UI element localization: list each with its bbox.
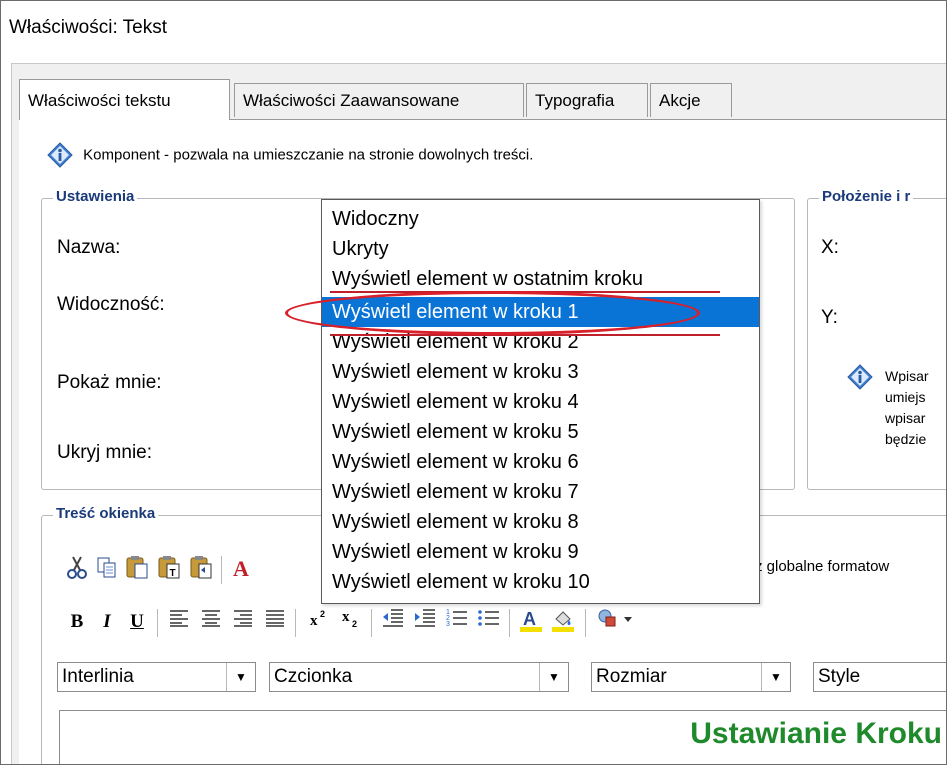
tab-text-properties[interactable]: Właściwości tekstu (19, 79, 230, 120)
dropdown-option[interactable]: Ukryty (322, 234, 759, 264)
paste-icon[interactable] (123, 554, 151, 584)
numbered-list-icon[interactable]: 123 (443, 607, 471, 637)
x-label: X: (821, 237, 839, 258)
global-format-text: z globalne formatow (755, 558, 890, 575)
dropdown-option[interactable]: Wyświetl element w ostatnim kroku (322, 264, 759, 294)
tab-label: Właściwości Zaawansowane (243, 91, 460, 110)
chevron-down-icon: ▼ (226, 663, 255, 691)
background-color-icon[interactable] (549, 607, 577, 637)
dropdown-option[interactable]: Wyświetl element w kroku 8 (322, 507, 759, 537)
window-title: Właściwości: Tekst (9, 17, 168, 38)
dropdown-option[interactable]: Wyświetl element w kroku 3 (322, 357, 759, 387)
dropdown-option[interactable]: Wyświetl element w kroku 5 (322, 417, 759, 447)
hint-line: wpisar (885, 410, 926, 426)
svg-text:x: x (310, 613, 318, 629)
toolbar-separator (585, 609, 586, 637)
select-value: Czcionka (274, 666, 353, 687)
show-me-label: Pokaż mnie: (57, 372, 162, 393)
dropdown-option[interactable]: Wyświetl element w kroku 10 (322, 567, 759, 597)
bold-button[interactable]: B (63, 607, 91, 637)
editor-headline: Ustawianie Kroku (690, 717, 942, 750)
tab-label: Akcje (659, 91, 701, 110)
toolbar-separator (509, 609, 510, 637)
style-select[interactable]: Style (813, 662, 946, 692)
name-label: Nazwa: (57, 237, 121, 258)
info-text: Komponent - pozwala na umieszczanie na s… (83, 146, 534, 164)
outdent-icon[interactable] (379, 607, 407, 637)
content-legend: Treść okienka (53, 505, 159, 522)
align-right-icon[interactable] (229, 607, 257, 637)
svg-text:2: 2 (352, 619, 357, 629)
align-center-icon[interactable] (197, 607, 225, 637)
cut-icon[interactable] (63, 554, 91, 584)
tab-advanced-properties[interactable]: Właściwości Zaawansowane (234, 83, 524, 117)
align-left-icon[interactable] (165, 607, 193, 637)
select-value: Interlinia (62, 666, 134, 687)
dropdown-option[interactable]: Wyświetl element w kroku 6 (322, 447, 759, 477)
toolbar-separator (221, 556, 222, 584)
settings-legend: Ustawienia (53, 188, 138, 205)
paste-word-icon[interactable] (187, 554, 215, 584)
bullet-list-icon[interactable] (475, 607, 503, 637)
visibility-label: Widoczność: (57, 294, 165, 315)
copy-icon[interactable] (93, 554, 121, 584)
hint-line: będzie (885, 431, 927, 447)
dropdown-option-selected[interactable]: Wyświetl element w kroku 1 (322, 297, 759, 327)
title-bar: Właściwości: Tekst (1, 1, 946, 63)
underline-button[interactable]: U (123, 607, 151, 637)
paste-text-icon[interactable]: T (155, 554, 183, 584)
hint-line: Wpisar (885, 368, 929, 384)
font-select[interactable]: Czcionka ▼ (269, 662, 569, 692)
tab-actions[interactable]: Akcje (650, 83, 732, 117)
hint-line: umiejs (885, 389, 926, 405)
indent-icon[interactable] (411, 607, 439, 637)
y-label: Y: (821, 307, 838, 328)
dropdown-option[interactable]: Wyświetl element w kroku 7 (322, 477, 759, 507)
dropdown-option[interactable]: Wyświetl element w kroku 4 (322, 387, 759, 417)
hide-me-label: Ukryj mnie: (57, 442, 153, 463)
toolbar-separator (371, 609, 372, 637)
toolbar-separator (157, 609, 158, 637)
svg-text:x: x (342, 609, 350, 625)
dropdown-option[interactable]: Widoczny (322, 204, 759, 234)
size-select[interactable]: Rozmiar ▼ (591, 662, 791, 692)
tab-label: Właściwości tekstu (28, 91, 171, 110)
align-justify-icon[interactable] (261, 607, 289, 637)
tab-label: Typografia (535, 91, 615, 110)
chevron-down-icon: ▼ (761, 663, 790, 691)
dropdown-option[interactable]: Wyświetl element w kroku 2 (322, 327, 759, 357)
position-legend: Położenie i r (819, 188, 914, 205)
tab-typography[interactable]: Typografia (526, 83, 648, 117)
info-icon (847, 364, 873, 390)
superscript-icon[interactable]: x2 (305, 607, 333, 637)
content-editor[interactable]: Ustawianie Kroku (59, 710, 946, 764)
component-info: Komponent - pozwala na umieszczanie na s… (47, 142, 533, 168)
italic-button[interactable]: I (93, 607, 121, 637)
chevron-down-icon: ▼ (539, 663, 568, 691)
subscript-icon[interactable]: x2 (337, 607, 365, 637)
annotation-line (330, 334, 720, 336)
info-icon (47, 142, 73, 168)
text-color-icon[interactable]: A (517, 607, 545, 637)
properties-window: Właściwości: Tekst Właściwości tekstu Wł… (0, 0, 947, 765)
line-height-select[interactable]: Interlinia ▼ (57, 662, 256, 692)
svg-text:A: A (523, 609, 536, 629)
svg-text:2: 2 (320, 609, 325, 619)
select-value: Rozmiar (596, 666, 667, 687)
spellcheck-icon[interactable]: A (227, 554, 255, 584)
toolbar-separator (295, 609, 296, 637)
svg-text:T: T (170, 568, 176, 579)
svg-text:3: 3 (446, 621, 450, 628)
annotation-line (330, 291, 720, 293)
dropdown-option[interactable]: Wyświetl element w kroku 9 (322, 537, 759, 567)
visibility-dropdown-list[interactable]: Widoczny Ukryty Wyświetl element w ostat… (321, 199, 760, 604)
insert-object-icon[interactable] (595, 607, 635, 637)
select-value: Style (818, 666, 861, 687)
format-toolbar: B I U x2 x2 123 A (59, 607, 946, 641)
position-hint: Wpisar umiejs wpisar będzie (885, 366, 929, 450)
